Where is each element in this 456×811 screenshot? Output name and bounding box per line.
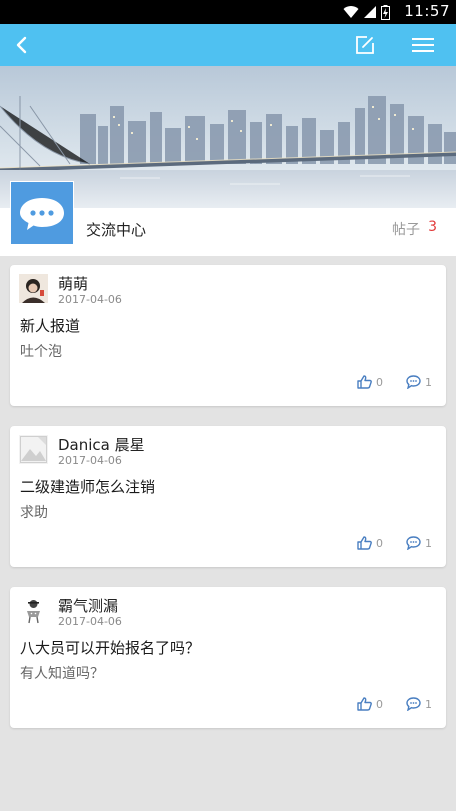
thumbs-up-icon <box>357 375 372 389</box>
like-count: 0 <box>376 697 383 711</box>
post-date: 2017-04-06 <box>58 454 122 467</box>
comment-button[interactable]: 1 <box>406 375 432 389</box>
edit-icon <box>356 36 374 54</box>
chat-bubble-icon <box>20 198 64 230</box>
menu-icon <box>412 38 434 52</box>
thumbs-up-icon <box>357 536 372 550</box>
post-card[interactable]: Danica 晨星 2017-04-06 二级建造师怎么注销 求助 0 1 <box>10 426 446 567</box>
comment-count: 1 <box>425 375 432 389</box>
battery-icon <box>381 4 390 20</box>
like-button[interactable]: 0 <box>357 697 383 711</box>
back-button[interactable] <box>0 24 44 66</box>
post-author[interactable]: Danica 晨星 <box>58 434 145 455</box>
avatar[interactable] <box>19 435 48 464</box>
like-button[interactable]: 0 <box>357 375 383 389</box>
signal-icon <box>364 6 376 18</box>
menu-button[interactable] <box>401 24 445 66</box>
comment-icon <box>406 536 421 550</box>
avatar[interactable] <box>19 596 48 625</box>
like-button[interactable]: 0 <box>357 536 383 550</box>
forum-avatar <box>10 181 74 245</box>
comment-button[interactable]: 1 <box>406 536 432 550</box>
posts-count: 3 <box>428 219 437 235</box>
post-title[interactable]: 二级建造师怎么注销 <box>20 476 155 497</box>
back-arrow-icon <box>16 36 27 54</box>
comment-icon <box>406 375 421 389</box>
post-card[interactable]: 霸气测漏 2017-04-06 八大员可以开始报名了吗？ 有人知道吗？ 0 1 <box>10 587 446 728</box>
post-date: 2017-04-06 <box>58 293 122 306</box>
app-bar <box>0 24 456 66</box>
wifi-icon <box>343 6 359 19</box>
post-title[interactable]: 新人报道 <box>20 315 80 336</box>
status-bar: 11:57 <box>0 0 456 24</box>
like-count: 0 <box>376 375 383 389</box>
post-summary: 有人知道吗？ <box>20 666 104 682</box>
post-author[interactable]: 霸气测漏 <box>58 595 118 616</box>
post-summary: 求助 <box>20 505 48 521</box>
post-date: 2017-04-06 <box>58 615 122 628</box>
comment-count: 1 <box>425 697 432 711</box>
status-time: 11:57 <box>404 2 450 20</box>
post-title[interactable]: 八大员可以开始报名了吗？ <box>20 637 200 658</box>
avatar[interactable] <box>19 274 48 303</box>
post-author[interactable]: 萌萌 <box>58 273 88 294</box>
thumbs-up-icon <box>357 697 372 711</box>
comment-icon <box>406 697 421 711</box>
post-summary: 吐个泡 <box>20 344 62 360</box>
forum-name: 交流中心 <box>86 221 147 239</box>
status-icons <box>343 4 390 20</box>
posts-label: 帖子 <box>392 222 420 238</box>
comment-button[interactable]: 1 <box>406 697 432 711</box>
like-count: 0 <box>376 536 383 550</box>
post-card[interactable]: 萌萌 2017-04-06 新人报道 吐个泡 0 1 <box>10 265 446 406</box>
edit-button[interactable] <box>343 24 387 66</box>
comment-count: 1 <box>425 536 432 550</box>
